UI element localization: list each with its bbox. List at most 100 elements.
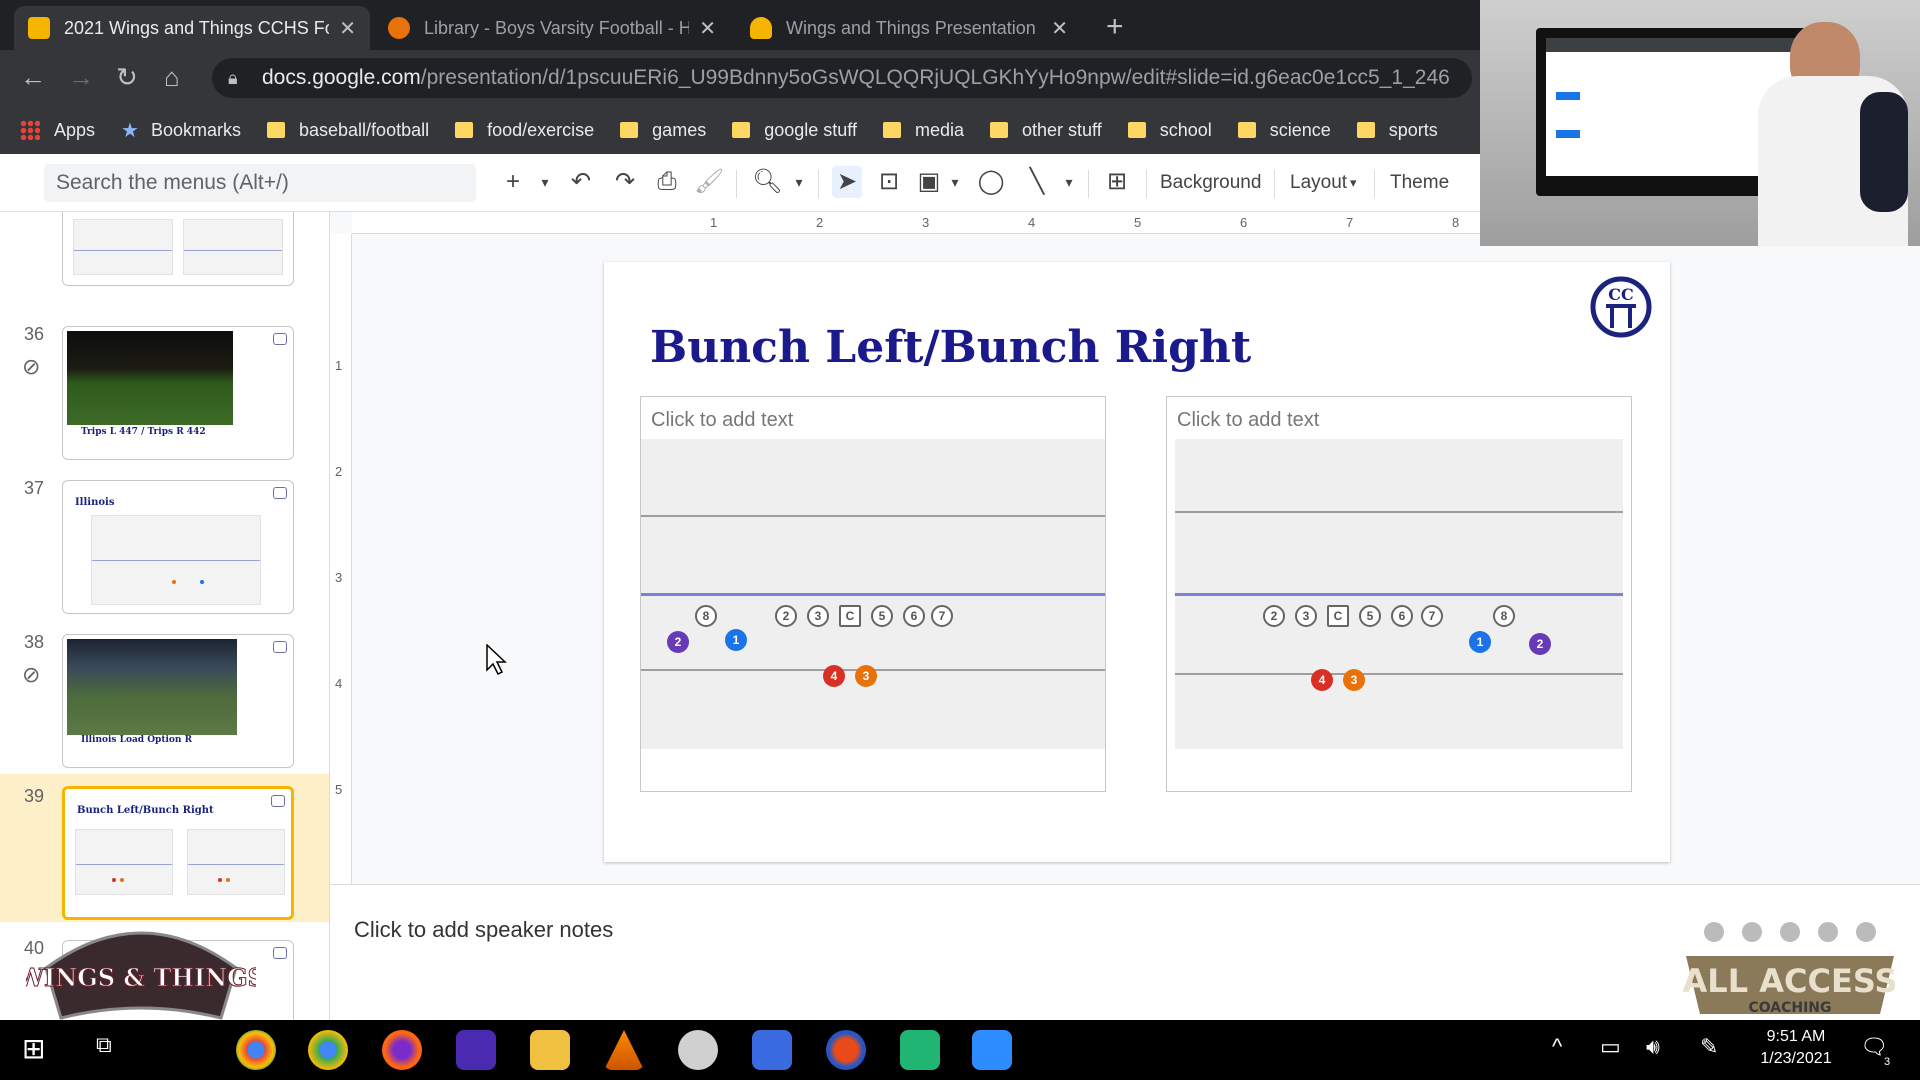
line-dropdown-icon[interactable]: ▾ bbox=[1054, 166, 1084, 198]
task-view-icon[interactable]: ⧉ bbox=[96, 1032, 112, 1058]
chrome-profile-app-icon[interactable] bbox=[308, 1030, 348, 1070]
windows-taskbar: ⊞ ⧉ ^ ▭ 🔊︎ ✎ 9:51 AM 1/23/2021 🗨︎ 3 bbox=[0, 1020, 1920, 1080]
home-icon[interactable]: ⌂ bbox=[164, 62, 180, 93]
vlc-app-icon[interactable] bbox=[604, 1030, 644, 1070]
layout-button[interactable]: Layout bbox=[1290, 168, 1347, 198]
player-lineman: 7 bbox=[931, 605, 953, 627]
player-receiver: 1 bbox=[725, 629, 747, 651]
left-text-placeholder[interactable]: Click to add text 8 2 3 C 5 6 7 2 1 4 3 bbox=[640, 396, 1106, 792]
right-text-placeholder[interactable]: Click to add text 2 3 C 5 6 7 8 1 2 4 3 bbox=[1166, 396, 1632, 792]
placeholder-text: Click to add text bbox=[1177, 409, 1320, 431]
add-comment-icon[interactable]: ⊞ bbox=[1102, 166, 1132, 198]
presenter-webcam-overlay bbox=[1480, 0, 1920, 246]
thumb-caption: Illinois Load Option R bbox=[81, 735, 193, 745]
bookmark-folder[interactable]: food/exercise bbox=[455, 120, 594, 141]
text-box-icon[interactable]: ⊡ bbox=[874, 166, 904, 198]
player-tight-end: 8 bbox=[695, 605, 717, 627]
zoom-icon[interactable]: 🔍︎ bbox=[752, 166, 782, 198]
close-tab-icon[interactable]: ✕ bbox=[1051, 16, 1068, 41]
toolbar-divider bbox=[1274, 170, 1275, 198]
undo-icon[interactable]: ↶ bbox=[566, 166, 596, 198]
new-tab-button[interactable]: + bbox=[1106, 10, 1124, 44]
slide-number: 37 bbox=[24, 478, 45, 498]
slide-thumbnail[interactable]: Illinois bbox=[62, 480, 294, 614]
bookmark-apps[interactable]: Apps bbox=[20, 120, 95, 141]
close-tab-icon[interactable]: ✕ bbox=[699, 16, 716, 41]
player-lineman: 6 bbox=[1391, 605, 1413, 627]
theme-button[interactable]: Theme bbox=[1390, 168, 1449, 198]
folder-icon bbox=[1127, 122, 1146, 138]
app-icon[interactable] bbox=[826, 1030, 866, 1070]
slide-number: 38 bbox=[24, 632, 45, 652]
bookmark-folder[interactable]: baseball/football bbox=[267, 120, 429, 141]
new-slide-icon[interactable]: + bbox=[498, 166, 528, 198]
zoom-dropdown-icon[interactable]: ▾ bbox=[784, 166, 814, 198]
redo-icon[interactable]: ↷ bbox=[610, 166, 640, 198]
image-dropdown-icon[interactable]: ▾ bbox=[940, 166, 970, 198]
app-icon[interactable] bbox=[752, 1030, 792, 1070]
bookmark-folder[interactable]: sports bbox=[1356, 120, 1438, 141]
select-pointer-icon[interactable]: ➤ bbox=[832, 166, 862, 198]
network-icon[interactable]: ▭ bbox=[1600, 1034, 1621, 1060]
new-slide-dropdown-icon[interactable]: ▾ bbox=[530, 166, 560, 198]
reload-icon[interactable]: ↻ bbox=[116, 62, 138, 93]
print-icon[interactable]: ⎙ bbox=[652, 166, 682, 198]
bookmark-label: google stuff bbox=[764, 119, 857, 140]
close-tab-icon[interactable]: ✕ bbox=[339, 16, 356, 41]
windows-start-icon[interactable]: ⊞ bbox=[22, 1032, 45, 1065]
firefox-app-icon[interactable] bbox=[382, 1030, 422, 1070]
app-icon[interactable] bbox=[900, 1030, 940, 1070]
bookmark-folder[interactable]: school bbox=[1127, 120, 1212, 141]
bookmark-bookmarks[interactable]: ★ Bookmarks bbox=[121, 118, 241, 143]
forward-icon[interactable]: → bbox=[68, 62, 94, 93]
player-lineman: 2 bbox=[775, 605, 797, 627]
tab-library-boys-varsity[interactable]: Library - Boys Varsity Football - H ✕ bbox=[374, 6, 730, 50]
amazon-music-app-icon[interactable] bbox=[456, 1030, 496, 1070]
bookmark-folder[interactable]: media bbox=[882, 120, 964, 141]
mini-player bbox=[200, 580, 204, 584]
bookmark-folder[interactable]: science bbox=[1237, 120, 1331, 141]
show-hidden-icons-icon[interactable]: ^ bbox=[1552, 1034, 1562, 1060]
player-running-back: 3 bbox=[855, 665, 877, 687]
paint-format-icon[interactable]: 🖌︎ bbox=[694, 166, 724, 198]
ruler-mark: 8 bbox=[1452, 215, 1460, 230]
back-icon[interactable]: ← bbox=[20, 62, 46, 93]
mini-los bbox=[76, 864, 172, 865]
ruler-mark: 1 bbox=[710, 215, 718, 230]
tab-wings-presentation[interactable]: Wings and Things Presentation - ✕ bbox=[736, 6, 1082, 50]
folder-icon bbox=[989, 122, 1008, 138]
line-icon[interactable]: ╲ bbox=[1022, 166, 1052, 198]
url-bar[interactable]: 🔒︎ docs.google.com/presentation/d/1pscuu… bbox=[212, 58, 1472, 98]
slide-thumbnail[interactable]: Illinois Load Option R bbox=[62, 634, 294, 768]
slide-thumbnail[interactable] bbox=[62, 212, 294, 286]
chrome-app-icon[interactable] bbox=[236, 1030, 276, 1070]
url-path: /presentation/d/1pscuuERi6_U99Bdnny5oGsW… bbox=[420, 66, 1450, 89]
bookmark-folder[interactable]: other stuff bbox=[989, 120, 1102, 141]
search-menus-input[interactable]: Search the menus (Alt+/) bbox=[44, 164, 476, 202]
linked-slide-icon bbox=[273, 947, 287, 959]
ruler-mark: 3 bbox=[335, 570, 343, 585]
file-explorer-app-icon[interactable] bbox=[530, 1030, 570, 1070]
helmet-app-icon[interactable] bbox=[678, 1030, 718, 1070]
wings-logo-text: WINGS & THINGS bbox=[26, 963, 256, 992]
bookmark-folder[interactable]: games bbox=[620, 120, 706, 141]
mini-field bbox=[183, 219, 283, 275]
current-slide[interactable]: Bunch Left/Bunch Right CC Click to add t… bbox=[604, 262, 1670, 862]
thumb-title: Bunch Left/Bunch Right bbox=[77, 805, 214, 816]
ruler-mark: 1 bbox=[335, 358, 343, 373]
pen-icon[interactable]: ✎ bbox=[1700, 1034, 1718, 1060]
layout-dropdown-icon[interactable]: ▾ bbox=[1350, 168, 1357, 198]
player-center: C bbox=[1327, 605, 1349, 627]
system-clock[interactable]: 9:51 AM 1/23/2021 bbox=[1748, 1026, 1844, 1070]
slide-thumbnail[interactable]: Trips L 447 / Trips R 442 bbox=[62, 326, 294, 460]
slide-filmstrip: 36 ⊘ Trips L 447 / Trips R 442 37 Illino… bbox=[0, 212, 330, 1020]
bookmark-folder[interactable]: google stuff bbox=[732, 120, 857, 141]
background-button[interactable]: Background bbox=[1160, 168, 1261, 198]
slide-title[interactable]: Bunch Left/Bunch Right bbox=[650, 322, 1251, 373]
tab-wings-and-things-doc[interactable]: 2021 Wings and Things CCHS Fo ✕ bbox=[14, 6, 370, 50]
shape-icon[interactable]: ◯ bbox=[976, 166, 1006, 198]
slide-thumbnail-selected[interactable]: Bunch Left/Bunch Right bbox=[62, 786, 294, 920]
bookmark-label: baseball/football bbox=[299, 119, 430, 140]
volume-icon[interactable]: 🔊︎ bbox=[1646, 1034, 1660, 1060]
zoom-app-icon[interactable] bbox=[972, 1030, 1012, 1070]
